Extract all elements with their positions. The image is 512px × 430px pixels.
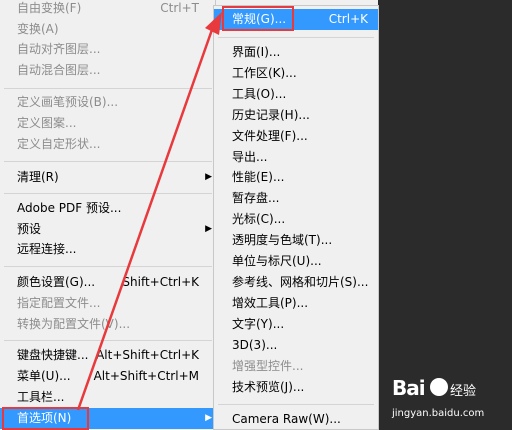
baidu-logo: Bai: [392, 376, 426, 400]
menu-item-label: 定义自定形状...: [17, 137, 101, 151]
menu-item-label: 自动对齐图层...: [17, 42, 101, 56]
annotation-box-preferences: [2, 407, 89, 430]
menu-item-color-settings[interactable]: 颜色设置(G)... Shift+Ctrl+K: [0, 272, 216, 293]
submenu-arrow-icon: ▶: [205, 172, 212, 182]
canvas-background: [378, 0, 512, 430]
menu-item-label: 定义图案...: [17, 116, 77, 130]
paw-icon: [430, 378, 448, 396]
menu-item-toolbar[interactable]: 工具栏...: [0, 387, 216, 408]
submenu-item-units-rulers[interactable]: 单位与标尺(U)...: [214, 251, 378, 272]
submenu-item-workspace[interactable]: 工作区(K)...: [214, 63, 378, 84]
menu-item-label: 文件处理(F)...: [232, 129, 308, 143]
submenu-item-scratch-disks[interactable]: 暂存盘...: [214, 188, 378, 209]
submenu-item-interface[interactable]: 界面(I)...: [214, 42, 378, 63]
submenu-item-type[interactable]: 文字(Y)...: [214, 314, 378, 335]
menu-item-keyboard-shortcuts[interactable]: 键盘快捷键... Alt+Shift+Ctrl+K: [0, 345, 216, 366]
preferences-submenu: 常规(G)... Ctrl+K 界面(I)... 工作区(K)... 工具(O)…: [213, 5, 379, 430]
menu-item-menus[interactable]: 菜单(U)... Alt+Shift+Ctrl+M: [0, 366, 216, 387]
baidu-watermark: Bai 经验 jingyan.baidu.com: [392, 376, 510, 426]
edit-menu: 自由变换(F) Ctrl+T 变换(A) 自动对齐图层... 自动混合图层...…: [0, 0, 216, 430]
menu-item-label: 变换(A): [17, 22, 59, 36]
menu-item-label: 增效工具(P)...: [232, 296, 309, 310]
menu-separator: [4, 161, 212, 162]
menu-item-define-pattern: 定义图案...: [0, 113, 216, 134]
submenu-item-performance[interactable]: 性能(E)...: [214, 167, 378, 188]
menu-item-shortcut: Alt+Shift+Ctrl+K: [96, 348, 199, 362]
menu-item-label: 自由变换(F): [17, 1, 82, 15]
menu-item-label: 工具(O)...: [232, 87, 287, 101]
menu-item-label: 颜色设置(G)...: [17, 275, 96, 289]
menu-item-label: 暂存盘...: [232, 191, 280, 205]
submenu-item-cursors[interactable]: 光标(C)...: [214, 209, 378, 230]
submenu-arrow-icon: ▶: [205, 413, 212, 423]
menu-item-label: 远程连接...: [17, 242, 77, 256]
menu-item-assign-profile: 指定配置文件...: [0, 293, 216, 314]
menu-item-shortcut: Alt+Shift+Ctrl+M: [93, 369, 199, 383]
menu-item-label: 性能(E)...: [232, 170, 285, 184]
menu-separator: [218, 37, 374, 38]
menu-item-label: 清理(R): [17, 170, 59, 184]
menu-item-label: 导出...: [232, 150, 268, 164]
menu-item-auto-blend-layers: 自动混合图层...: [0, 60, 216, 81]
menu-item-label: 历史记录(H)...: [232, 108, 310, 122]
submenu-item-3d[interactable]: 3D(3)...: [214, 335, 378, 356]
submenu-item-technology-previews[interactable]: 技术预览(J)...: [214, 377, 378, 398]
menu-item-define-brush-preset: 定义画笔预设(B)...: [0, 92, 216, 113]
annotation-box-general: [222, 6, 294, 31]
submenu-item-file-handling[interactable]: 文件处理(F)...: [214, 126, 378, 147]
menu-item-label: 键盘快捷键...: [17, 348, 89, 362]
menu-item-label: 文字(Y)...: [232, 317, 285, 331]
menu-item-shortcut: Shift+Ctrl+K: [122, 275, 199, 289]
watermark-text: 经验: [450, 384, 477, 399]
menu-item-shortcut: Ctrl+T: [160, 1, 199, 15]
submenu-item-camera-raw[interactable]: Camera Raw(W)...: [214, 409, 378, 430]
menu-separator: [4, 340, 212, 341]
menu-item-label: 界面(I)...: [232, 45, 281, 59]
submenu-item-history-log[interactable]: 历史记录(H)...: [214, 105, 378, 126]
menu-separator: [4, 193, 212, 194]
menu-item-purge[interactable]: 清理(R) ▶: [0, 167, 216, 188]
submenu-item-export[interactable]: 导出...: [214, 147, 378, 168]
menu-item-auto-align-layers: 自动对齐图层...: [0, 39, 216, 60]
submenu-item-guides-grid-slices[interactable]: 参考线、网格和切片(S)...: [214, 272, 378, 293]
menu-item-adobe-pdf-presets[interactable]: Adobe PDF 预设...: [0, 198, 216, 219]
menu-item-label: 单位与标尺(U)...: [232, 254, 322, 268]
menu-item-define-custom-shape: 定义自定形状...: [0, 134, 216, 155]
menu-item-free-transform: 自由变换(F) Ctrl+T: [0, 0, 216, 19]
menu-item-label: 自动混合图层...: [17, 63, 101, 77]
menu-item-label: 预设: [17, 222, 42, 236]
watermark-url: jingyan.baidu.com: [392, 408, 485, 419]
menu-separator: [4, 266, 212, 267]
menu-item-transform: 变换(A): [0, 19, 216, 40]
menu-item-label: Camera Raw(W)...: [232, 412, 341, 426]
menu-item-label: 参考线、网格和切片(S)...: [232, 275, 369, 289]
submenu-item-tools[interactable]: 工具(O)...: [214, 84, 378, 105]
menu-item-label: Adobe PDF 预设...: [17, 201, 122, 215]
menu-item-label: 定义画笔预设(B)...: [17, 95, 119, 109]
menu-item-label: 光标(C)...: [232, 212, 286, 226]
menu-separator: [4, 88, 212, 89]
menu-item-presets[interactable]: 预设 ▶: [0, 219, 216, 240]
menu-item-label: 增强型控件...: [232, 359, 304, 373]
menu-item-label: 菜单(U)...: [17, 369, 71, 383]
menu-item-label: 工作区(K)...: [232, 66, 297, 80]
menu-item-label: 透明度与色域(T)...: [232, 233, 333, 247]
menu-item-remote-connections[interactable]: 远程连接...: [0, 239, 216, 260]
menu-item-convert-to-profile: 转换为配置文件(V)...: [0, 314, 216, 335]
submenu-arrow-icon: ▶: [205, 224, 212, 234]
menu-item-label: 指定配置文件...: [17, 296, 101, 310]
menu-separator: [218, 404, 374, 405]
menu-item-label: 技术预览(J)...: [232, 380, 305, 394]
submenu-item-transparency-gamut[interactable]: 透明度与色域(T)...: [214, 230, 378, 251]
menu-item-shortcut: Ctrl+K: [328, 12, 368, 26]
menu-item-label: 3D(3)...: [232, 338, 278, 352]
menu-item-label: 转换为配置文件(V)...: [17, 317, 131, 331]
submenu-item-enhanced-controls: 增强型控件...: [214, 356, 378, 377]
menu-item-label: 工具栏...: [17, 390, 65, 404]
submenu-item-plugins[interactable]: 增效工具(P)...: [214, 293, 378, 314]
